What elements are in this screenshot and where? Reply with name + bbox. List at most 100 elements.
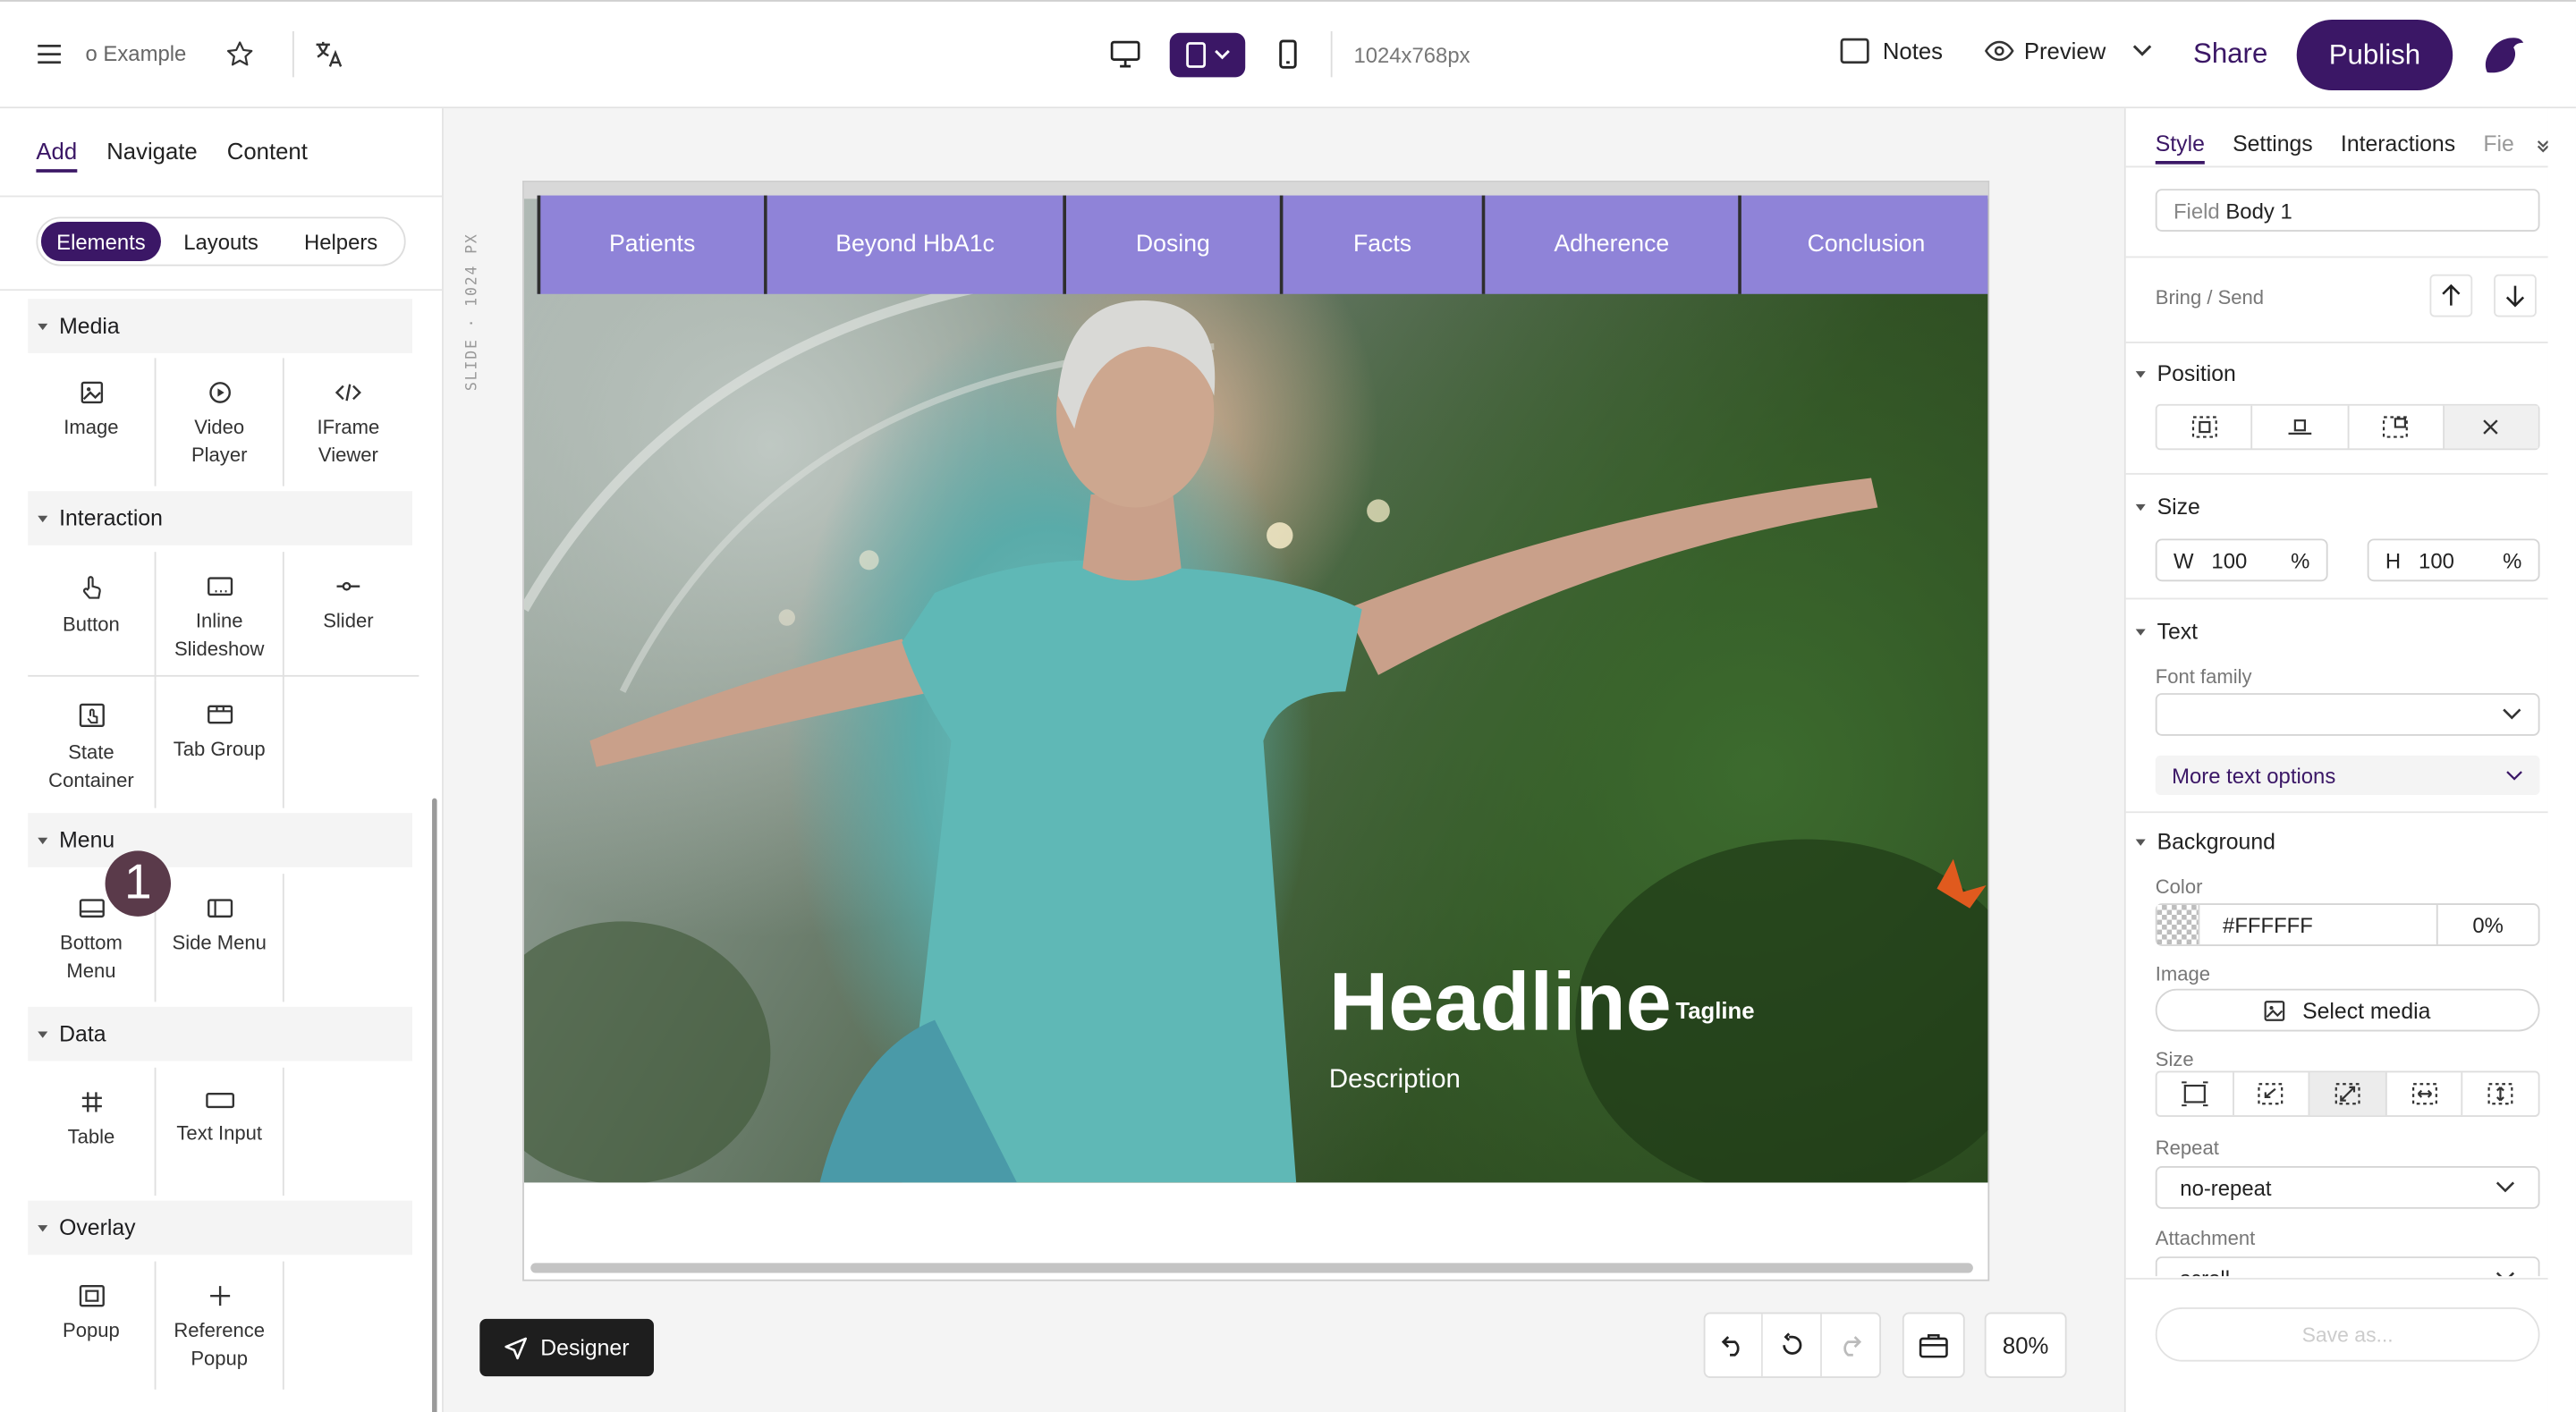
nav-item-patients[interactable]: Patients xyxy=(537,195,767,294)
bg-size-contain-icon[interactable] xyxy=(2233,1072,2310,1116)
attachment-select[interactable]: scroll xyxy=(2155,1256,2540,1277)
section-overlay-header[interactable]: Overlay xyxy=(28,1200,413,1256)
nav-item-adherence[interactable]: Adherence xyxy=(1485,195,1741,294)
section-data-header[interactable]: Data xyxy=(28,1006,413,1061)
segment-layouts[interactable]: Layouts xyxy=(161,222,281,261)
bg-size-cover-icon[interactable] xyxy=(2309,1072,2387,1116)
repeat-select[interactable]: no-repeat xyxy=(2155,1166,2540,1209)
hero-photo[interactable] xyxy=(523,199,1988,1183)
mobile-view-icon[interactable] xyxy=(1265,31,1310,77)
data-items: Table Text Input xyxy=(28,1067,412,1196)
height-field[interactable]: H 100 % xyxy=(2367,538,2540,582)
element-iframe-viewer[interactable]: IFrame Viewer xyxy=(284,358,412,486)
share-button[interactable]: Share xyxy=(2193,38,2267,71)
position-fixed-icon[interactable] xyxy=(2349,405,2445,449)
field-name-input[interactable]: Field Body 1 xyxy=(2155,189,2540,232)
element-image[interactable]: Image xyxy=(28,358,157,486)
height-unit[interactable]: % xyxy=(2503,548,2521,573)
avatar[interactable] xyxy=(2478,30,2527,79)
nav-item-dosing[interactable]: Dosing xyxy=(1066,195,1284,294)
zoom-level[interactable]: 80% xyxy=(1987,1314,2065,1376)
width-unit[interactable]: % xyxy=(2291,548,2309,573)
element-side-menu[interactable]: Side Menu xyxy=(156,874,284,1002)
text-section-header[interactable]: Text xyxy=(2135,619,2198,644)
media-items: Image Video Player IFrame Viewer xyxy=(28,358,412,486)
element-label: Button xyxy=(63,613,120,636)
select-media-button[interactable]: Select media xyxy=(2155,988,2540,1032)
slide-headline[interactable]: Headline xyxy=(1329,954,1672,1050)
transparent-swatch[interactable] xyxy=(2157,905,2200,945)
segment-elements[interactable]: Elements xyxy=(40,221,161,262)
position-absolute-icon[interactable] xyxy=(2157,405,2253,449)
state-container-icon xyxy=(78,703,104,728)
bg-size-fit-width-icon[interactable] xyxy=(2386,1072,2463,1116)
background-color-field[interactable]: #FFFFFF 0% xyxy=(2155,903,2540,946)
star-icon[interactable] xyxy=(216,31,262,77)
slide-canvas[interactable]: Patients Beyond HbA1c Dosing Facts Adher… xyxy=(522,181,1990,1281)
section-interaction-header[interactable]: Interaction xyxy=(28,491,413,545)
element-state-container[interactable]: State Container xyxy=(28,680,157,808)
tab-content[interactable]: Content xyxy=(227,138,308,173)
nav-item-conclusion[interactable]: Conclusion xyxy=(1741,195,1988,294)
screen-size-readout: 1024x768px xyxy=(1353,42,1470,68)
tab-style[interactable]: Style xyxy=(2155,131,2205,165)
element-popup[interactable]: Popup xyxy=(28,1261,157,1390)
element-slider[interactable]: Slider xyxy=(284,552,412,680)
tablet-view-button[interactable] xyxy=(1169,32,1246,78)
position-none-icon[interactable] xyxy=(2444,405,2538,449)
tab-settings[interactable]: Settings xyxy=(2233,131,2313,165)
tab-fields-truncated[interactable]: Fie xyxy=(2483,131,2513,165)
right-panel-scrollbar[interactable] xyxy=(2547,108,2576,1412)
nav-item-facts[interactable]: Facts xyxy=(1283,195,1486,294)
slide-horizontal-scrollbar[interactable] xyxy=(530,1263,1973,1273)
section-menu-header[interactable]: Menu xyxy=(28,813,413,867)
designer-button[interactable]: Designer xyxy=(479,1318,655,1377)
tab-add[interactable]: Add xyxy=(36,138,78,173)
save-as-button[interactable]: Save as... xyxy=(2155,1307,2540,1362)
desktop-view-icon[interactable] xyxy=(1102,31,1148,77)
element-button[interactable]: Button xyxy=(28,552,157,681)
element-table[interactable]: Table xyxy=(28,1067,157,1196)
translate-icon[interactable] xyxy=(306,31,352,77)
send-backward-icon[interactable] xyxy=(2494,274,2537,317)
hamburger-menu-icon[interactable] xyxy=(26,31,72,77)
element-label: Text Input xyxy=(176,1121,262,1146)
background-section-header[interactable]: Background xyxy=(2135,830,2275,854)
more-text-options[interactable]: More text options xyxy=(2155,755,2540,795)
position-section-header[interactable]: Position xyxy=(2135,361,2236,386)
bg-size-auto-icon[interactable] xyxy=(2157,1072,2234,1116)
chevron-down-icon[interactable] xyxy=(2132,45,2152,58)
element-text-input[interactable]: Text Input xyxy=(156,1067,284,1196)
publish-button[interactable]: Publish xyxy=(2296,20,2453,91)
preview-button[interactable]: Preview xyxy=(1984,38,2152,64)
tab-navigate[interactable]: Navigate xyxy=(106,138,198,173)
bring-forward-icon[interactable] xyxy=(2429,274,2473,317)
size-section-header[interactable]: Size xyxy=(2135,495,2200,519)
redo-icon[interactable] xyxy=(1821,1314,1879,1376)
element-video-player[interactable]: Video Player xyxy=(156,358,284,486)
section-media-header[interactable]: Media xyxy=(28,299,413,353)
color-hex-value[interactable]: #FFFFFF xyxy=(2199,912,2436,937)
nav-item-beyond-hba1c[interactable]: Beyond HbA1c xyxy=(767,195,1067,294)
divider xyxy=(28,674,419,677)
slide-tagline[interactable]: Tagline xyxy=(1675,997,1754,1023)
notes-button[interactable]: Notes xyxy=(1840,38,1943,64)
slide-description[interactable]: Description xyxy=(1329,1066,1461,1095)
section-title: Menu xyxy=(59,827,115,853)
element-reference-popup[interactable]: Reference Popup xyxy=(156,1261,284,1390)
width-field[interactable]: W 100 % xyxy=(2155,538,2328,582)
font-family-select[interactable] xyxy=(2155,693,2540,736)
bg-size-fit-height-icon[interactable] xyxy=(2463,1072,2538,1115)
segment-helpers[interactable]: Helpers xyxy=(281,222,401,261)
tab-interactions[interactable]: Interactions xyxy=(2341,131,2455,165)
element-inline-slideshow[interactable]: Inline Slideshow xyxy=(156,552,284,681)
reset-icon[interactable] xyxy=(1763,1314,1822,1377)
element-tab-group[interactable]: Tab Group xyxy=(156,680,284,808)
briefcase-icon[interactable] xyxy=(1904,1314,1963,1376)
position-relative-icon[interactable] xyxy=(2253,405,2349,449)
left-panel-scrollbar[interactable] xyxy=(432,798,437,1412)
undo-icon[interactable] xyxy=(1705,1314,1764,1377)
opacity-value[interactable]: 0% xyxy=(2436,905,2538,945)
project-name[interactable]: o Example xyxy=(86,41,187,66)
chevron-down-icon[interactable] xyxy=(2537,138,2548,154)
